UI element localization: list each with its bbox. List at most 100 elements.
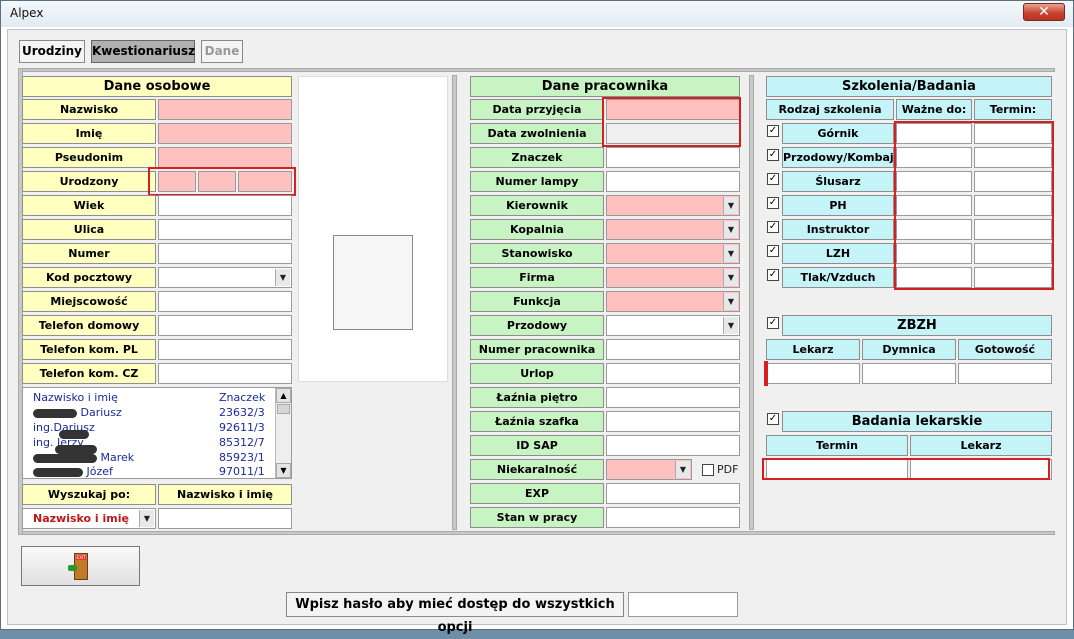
kod-pocztowy-select[interactable]: ▼ [158, 267, 292, 288]
label-numer-pracownika: Numer pracownika [470, 339, 604, 360]
training-gornik: Górnik [782, 123, 894, 144]
photo-panel [298, 76, 448, 382]
chevron-down-icon[interactable]: ▼ [675, 461, 690, 478]
list-header-name: Nazwisko i imię [33, 391, 118, 404]
zbzh-header: ZBZH [782, 315, 1052, 336]
chevron-down-icon[interactable]: ▼ [723, 245, 738, 262]
column-separator-1 [452, 75, 457, 530]
label-kod-pocztowy: Kod pocztowy [22, 267, 156, 288]
numer-input[interactable] [158, 243, 292, 264]
scroll-up-icon[interactable]: ▲ [276, 388, 291, 403]
label-urlop: Urlop [470, 363, 604, 384]
search-mode-select[interactable]: Nazwisko i imię ▼ [22, 508, 156, 529]
password-input[interactable] [628, 592, 738, 617]
chevron-down-icon[interactable]: ▼ [275, 269, 290, 286]
employee-header: Dane pracownika [470, 76, 740, 97]
col-lekarz-medical: Lekarz [910, 435, 1052, 456]
training-checkbox-tlak[interactable]: ✓ [767, 269, 779, 281]
numer-lampy-input[interactable] [606, 171, 740, 192]
col-termin: Termin: [974, 99, 1052, 120]
tab-urodziny[interactable]: Urodziny [19, 40, 85, 63]
training-checkbox-lzh[interactable]: ✓ [767, 245, 779, 257]
training-przodowy: Przodowy/Kombaj [782, 147, 894, 168]
highlight-zbzh [764, 361, 768, 386]
chevron-down-icon[interactable]: ▼ [139, 510, 154, 527]
pdf-checkbox[interactable] [702, 464, 714, 476]
list-item-code: 97011/1 [219, 465, 265, 478]
close-button[interactable]: ✕ [1023, 3, 1065, 21]
label-miejscowosc: Miejscowość [22, 291, 156, 312]
zbzh-lekarz-input[interactable] [766, 363, 860, 384]
list-scrollbar[interactable]: ▲ ▼ [275, 388, 291, 478]
chevron-down-icon[interactable]: ▼ [723, 293, 738, 310]
label-kopalnia: Kopalnia [470, 219, 604, 240]
chevron-down-icon[interactable]: ▼ [723, 197, 738, 214]
training-ph: PH [782, 195, 894, 216]
firma-select[interactable]: ▼ [606, 267, 740, 288]
znaczek-input[interactable] [606, 147, 740, 168]
kierownik-select[interactable]: ▼ [606, 195, 740, 216]
nazwisko-input[interactable] [158, 99, 292, 120]
label-nazwisko: Nazwisko [22, 99, 156, 120]
telefon-domowy-input[interactable] [158, 315, 292, 336]
telefon-kom-cz-input[interactable] [158, 363, 292, 384]
urlop-input[interactable] [606, 363, 740, 384]
training-checkbox-slusarz[interactable]: ✓ [767, 173, 779, 185]
employee-list[interactable]: Nazwisko i imię Znaczek Dariusz 23632/3 … [22, 387, 292, 479]
col-gotowosc: Gotowość [958, 339, 1052, 360]
miejscowosc-input[interactable] [158, 291, 292, 312]
scroll-down-icon[interactable]: ▼ [276, 463, 291, 478]
scroll-thumb[interactable] [277, 404, 290, 414]
label-wyszukaj: Wyszukaj po: [22, 484, 156, 505]
training-checkbox-instruktor[interactable]: ✓ [767, 221, 779, 233]
training-checkbox-przodowy[interactable]: ✓ [767, 149, 779, 161]
search-input[interactable] [158, 508, 292, 529]
lazna-pietro-input[interactable] [606, 387, 740, 408]
exp-input[interactable] [606, 483, 740, 504]
telefon-kom-pl-input[interactable] [158, 339, 292, 360]
label-data-przyjecia: Data przyjęcia [470, 99, 604, 120]
zbzh-dymnica-input[interactable] [862, 363, 956, 384]
label-wiek: Wiek [22, 195, 156, 216]
chevron-down-icon[interactable]: ▼ [723, 317, 738, 334]
przodowy-select[interactable]: ▼ [606, 315, 740, 336]
tab-dane[interactable]: Dane [201, 40, 243, 63]
label-numer-lampy: Numer lampy [470, 171, 604, 192]
lazna-szafka-input[interactable] [606, 411, 740, 432]
label-funkcja: Funkcja [470, 291, 604, 312]
photo-frame[interactable] [333, 235, 413, 330]
highlight-training-dates [894, 121, 1054, 290]
niekaralnosc-select[interactable]: ▼ [606, 459, 692, 480]
training-lzh: LZH [782, 243, 894, 264]
zbzh-checkbox[interactable]: ✓ [767, 317, 779, 329]
training-checkbox-gornik[interactable]: ✓ [767, 125, 779, 137]
list-item-code: 23632/3 [219, 406, 265, 419]
id-sap-input[interactable] [606, 435, 740, 456]
label-data-zwolnienia: Data zwolnienia [470, 123, 604, 144]
exit-button[interactable]: EXIT [21, 546, 140, 586]
training-checkbox-ph[interactable]: ✓ [767, 197, 779, 209]
funkcja-select[interactable]: ▼ [606, 291, 740, 312]
wiek-input[interactable] [158, 195, 292, 216]
kopalnia-select[interactable]: ▼ [606, 219, 740, 240]
imie-input[interactable] [158, 123, 292, 144]
training-slusarz: Ślusarz [782, 171, 894, 192]
label-znaczek: Znaczek [470, 147, 604, 168]
pseudonim-input[interactable] [158, 147, 292, 168]
tab-kwestionariusz[interactable]: Kwestionariusz [91, 40, 195, 63]
numer-pracownika-input[interactable] [606, 339, 740, 360]
label-firma: Firma [470, 267, 604, 288]
stanowisko-select[interactable]: ▼ [606, 243, 740, 264]
list-item-name: Józef [86, 465, 113, 478]
chevron-down-icon[interactable]: ▼ [723, 221, 738, 238]
label-telefon-kom-cz: Telefon kom. CZ [22, 363, 156, 384]
password-label: Wpisz hasło aby mieć dostęp do wszystkic… [286, 592, 624, 635]
zbzh-gotowosc-input[interactable] [958, 363, 1052, 384]
ulica-input[interactable] [158, 219, 292, 240]
label-stan-w-pracy: Stan w pracy [470, 507, 604, 528]
medical-checkbox[interactable]: ✓ [767, 413, 779, 425]
col-termin-medical: Termin [766, 435, 908, 456]
stan-w-pracy-input[interactable] [606, 507, 740, 528]
chevron-down-icon[interactable]: ▼ [723, 269, 738, 286]
col-lekarz: Lekarz [766, 339, 860, 360]
